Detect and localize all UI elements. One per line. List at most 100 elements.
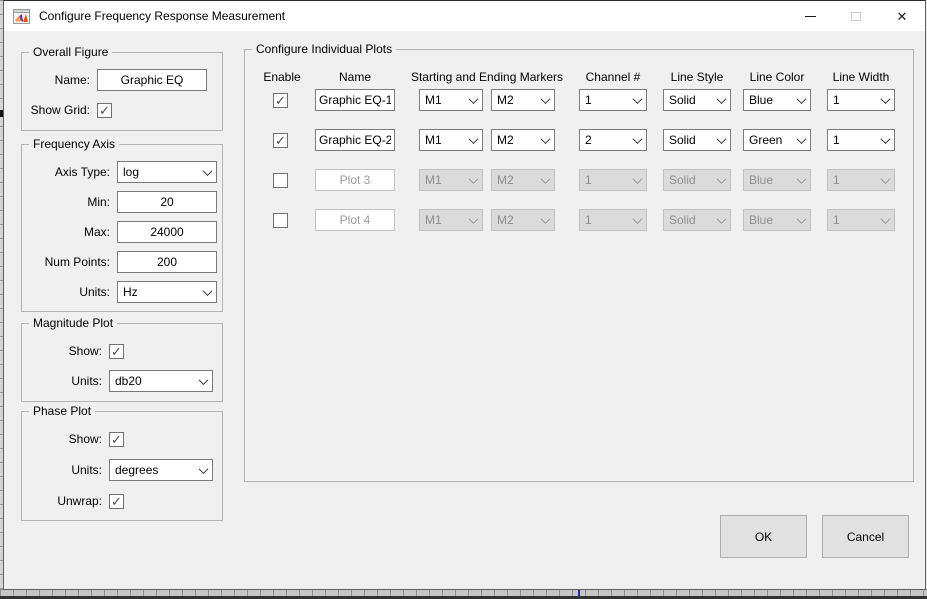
magnitude-plot-group: Magnitude Plot Show: ✓ Units: db20: [21, 323, 223, 402]
plot2-name-input[interactable]: [315, 129, 395, 151]
phase-show-checkbox[interactable]: ✓: [109, 432, 124, 447]
chevron-down-icon: [536, 90, 554, 110]
num-points-label: Num Points:: [22, 255, 117, 269]
chevron-down-icon: [536, 130, 554, 150]
chevron-down-icon: [712, 130, 730, 150]
plot1-start-marker-select[interactable]: M1: [419, 89, 483, 111]
chevron-down-icon: [628, 210, 646, 230]
plot1-start-marker-value: M1: [425, 93, 464, 107]
phase-plot-legend: Phase Plot: [29, 404, 95, 418]
plot2-line-color-value: Green: [749, 133, 792, 147]
plot4-line-style-value: Solid: [669, 213, 712, 227]
title-bar: Configure Frequency Response Measurement…: [4, 1, 925, 31]
frequency-axis-group: Frequency Axis Axis Type: log Min: Max: …: [21, 144, 223, 312]
chevron-down-icon: [628, 90, 646, 110]
maximize-button: [833, 1, 879, 31]
matlab-logo-icon: [13, 9, 30, 24]
show-grid-checkbox[interactable]: ✓: [97, 103, 112, 118]
chevron-down-icon: [464, 210, 482, 230]
phase-units-label: Units:: [22, 463, 109, 477]
plot3-line-style-select: Solid: [663, 169, 731, 191]
plot2-line-color-select[interactable]: Green: [743, 129, 811, 151]
plot3-line-color-value: Blue: [749, 173, 792, 187]
chevron-down-icon: [194, 371, 212, 391]
freq-units-label: Units:: [22, 285, 117, 299]
max-input[interactable]: [117, 221, 217, 243]
plot1-name-input[interactable]: [315, 89, 395, 111]
plot1-end-marker-select[interactable]: M2: [491, 89, 555, 111]
plot3-line-color-select: Blue: [743, 169, 811, 191]
plot4-line-width-select: 1: [827, 209, 895, 231]
plot1-line-width-value: 1: [833, 93, 876, 107]
unwrap-checkbox[interactable]: ✓: [109, 494, 124, 509]
axis-type-label: Axis Type:: [22, 165, 117, 179]
name-column-header: Name: [339, 70, 371, 84]
window-controls: ✕: [787, 1, 925, 31]
chevron-down-icon: [198, 162, 216, 182]
plot1-line-style-select[interactable]: Solid: [663, 89, 731, 111]
close-button[interactable]: ✕: [879, 1, 925, 31]
min-input[interactable]: [117, 191, 217, 213]
plot3-channel-select: 1: [579, 169, 647, 191]
chevron-down-icon: [628, 170, 646, 190]
chevron-down-icon: [876, 90, 894, 110]
line-style-column-header: Line Style: [671, 70, 724, 84]
chevron-down-icon: [792, 210, 810, 230]
plot3-enable-checkbox[interactable]: [273, 173, 288, 188]
line-width-column-header: Line Width: [833, 70, 890, 84]
configure-frequency-response-dialog: Configure Frequency Response Measurement…: [3, 0, 926, 590]
plot-row-4: M1 M2 1 Solid Blue 1: [245, 209, 913, 233]
plot1-end-marker-value: M2: [497, 93, 536, 107]
plot1-channel-select[interactable]: 1: [579, 89, 647, 111]
chevron-down-icon: [792, 130, 810, 150]
ok-button[interactable]: OK: [720, 515, 807, 558]
plot1-line-width-select[interactable]: 1: [827, 89, 895, 111]
frequency-axis-legend: Frequency Axis: [29, 137, 119, 151]
plot2-end-marker-select[interactable]: M2: [491, 129, 555, 151]
num-points-input[interactable]: [117, 251, 217, 273]
phase-units-select[interactable]: degrees: [109, 459, 213, 481]
axis-type-select[interactable]: log: [117, 161, 217, 183]
plot2-end-marker-value: M2: [497, 133, 536, 147]
chevron-down-icon: [536, 170, 554, 190]
plot1-line-color-select[interactable]: Blue: [743, 89, 811, 111]
plot-row-3: M1 M2 1 Solid Blue 1: [245, 169, 913, 193]
phase-plot-group: Phase Plot Show: ✓ Units: degrees Unwrap…: [21, 411, 223, 521]
plot3-channel-value: 1: [585, 173, 628, 187]
plot1-line-color-value: Blue: [749, 93, 792, 107]
mag-units-value: db20: [115, 374, 194, 388]
chevron-down-icon: [712, 210, 730, 230]
max-label: Max:: [22, 225, 117, 239]
show-grid-label: Show Grid:: [22, 103, 97, 117]
plot2-line-width-select[interactable]: 1: [827, 129, 895, 151]
overall-figure-legend: Overall Figure: [29, 45, 112, 59]
plot2-line-style-select[interactable]: Solid: [663, 129, 731, 151]
mag-show-checkbox[interactable]: ✓: [109, 344, 124, 359]
mag-show-label: Show:: [22, 344, 109, 358]
plot2-channel-value: 2: [585, 133, 628, 147]
cancel-button[interactable]: Cancel: [822, 515, 909, 558]
plot4-channel-value: 1: [585, 213, 628, 227]
chevron-down-icon: [712, 170, 730, 190]
plot4-line-color-value: Blue: [749, 213, 792, 227]
plot2-channel-select[interactable]: 2: [579, 129, 647, 151]
plot2-line-width-value: 1: [833, 133, 876, 147]
figure-name-input[interactable]: [97, 69, 207, 91]
chevron-down-icon: [198, 282, 216, 302]
plots-legend: Configure Individual Plots: [252, 42, 396, 56]
plot3-line-width-value: 1: [833, 173, 876, 187]
plot2-start-marker-select[interactable]: M1: [419, 129, 483, 151]
plot2-enable-checkbox[interactable]: ✓: [273, 133, 288, 148]
chevron-down-icon: [628, 130, 646, 150]
chevron-down-icon: [194, 460, 212, 480]
configure-individual-plots-group: Configure Individual Plots Enable Name S…: [244, 49, 914, 482]
freq-units-select[interactable]: Hz: [117, 281, 217, 303]
plot4-enable-checkbox[interactable]: [273, 213, 288, 228]
plot4-start-marker-select: M1: [419, 209, 483, 231]
mag-units-select[interactable]: db20: [109, 370, 213, 392]
minimize-button[interactable]: [787, 1, 833, 31]
channel-column-header: Channel #: [586, 70, 641, 84]
chevron-down-icon: [464, 90, 482, 110]
plot1-enable-checkbox[interactable]: ✓: [273, 93, 288, 108]
plot-row-2: ✓ M1 M2 2 Solid Green 1: [245, 129, 913, 153]
